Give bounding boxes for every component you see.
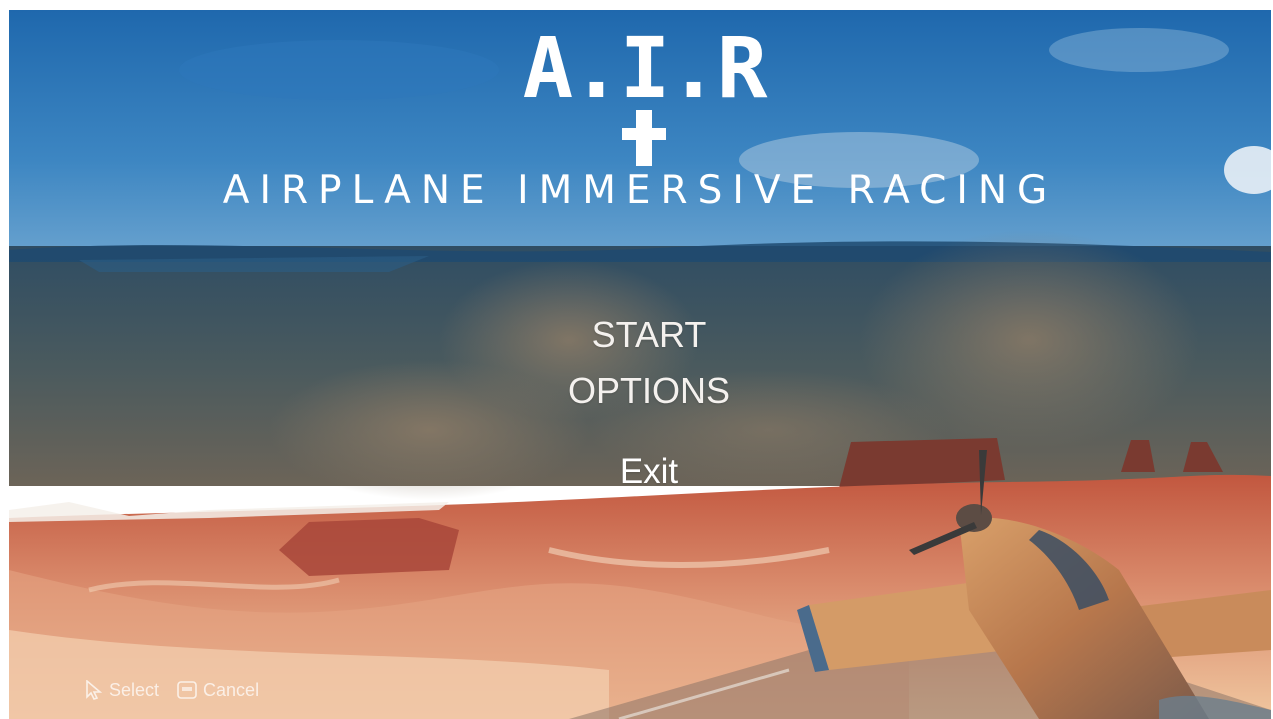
menu-options-button[interactable]: OPTIONS xyxy=(409,370,889,412)
select-hint-label: Select xyxy=(109,679,160,700)
cursor-icon xyxy=(86,680,103,700)
cancel-hint: Cancel xyxy=(177,680,259,701)
select-hint: Select xyxy=(85,680,159,701)
game-subtitle: AIRPLANE IMMERSIVE RACING xyxy=(222,168,1058,213)
logo-plane-icon xyxy=(622,110,666,166)
cancel-hint-label: Cancel xyxy=(203,679,260,700)
logo-mark: A.I.R xyxy=(522,19,768,117)
game-logo: A.I.R xyxy=(509,24,779,174)
controls-hint-bar: Select Cancel xyxy=(85,676,259,704)
game-title-screen: A.I.R AIRPLANE IMMERSIVE RACING START OP… xyxy=(9,10,1271,719)
menu-start-button[interactable]: START xyxy=(409,314,889,356)
menu-exit-button[interactable]: Exit xyxy=(409,452,889,492)
keyboard-key-icon xyxy=(177,681,197,699)
